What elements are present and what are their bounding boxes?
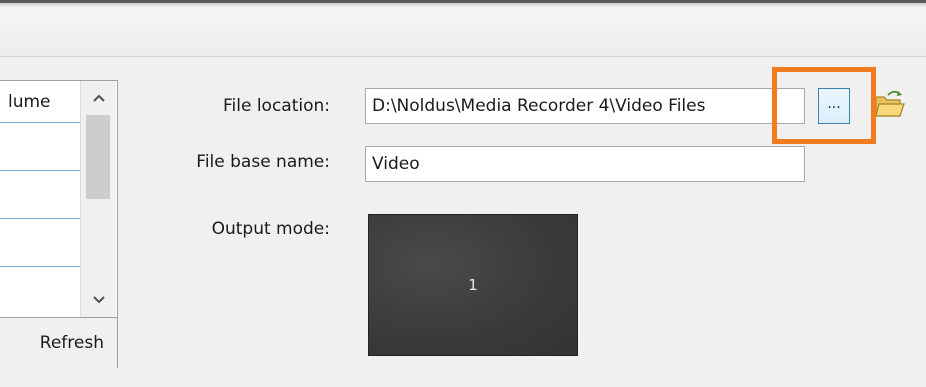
file-base-name-field[interactable]: Video bbox=[365, 146, 805, 182]
browse-button[interactable]: ... bbox=[818, 88, 850, 124]
toolbar-shadow bbox=[0, 3, 926, 8]
chevron-up-icon bbox=[92, 94, 105, 102]
list-row[interactable] bbox=[0, 171, 80, 219]
scroll-down-button[interactable] bbox=[81, 283, 116, 317]
open-folder-icon bbox=[875, 90, 905, 117]
list-row[interactable] bbox=[0, 123, 80, 171]
chevron-down-icon bbox=[92, 296, 105, 304]
file-base-name-label: File base name: bbox=[196, 152, 330, 172]
file-location-field[interactable]: D:\Noldus\Media Recorder 4\Video Files bbox=[365, 88, 805, 124]
file-location-label: File location: bbox=[222, 96, 330, 116]
refresh-row: Refresh bbox=[0, 317, 117, 368]
open-folder-button[interactable] bbox=[870, 86, 910, 124]
refresh-button[interactable]: Refresh bbox=[0, 318, 116, 368]
output-mode-label: Output mode: bbox=[211, 219, 330, 239]
volume-column-header[interactable]: lume bbox=[0, 81, 80, 123]
list-row[interactable] bbox=[0, 267, 80, 317]
output-mode-cell-label: 1 bbox=[468, 276, 478, 294]
scroll-thumb[interactable] bbox=[86, 115, 110, 199]
toolbar-area bbox=[0, 0, 926, 57]
output-mode-preview[interactable]: 1 bbox=[368, 214, 578, 356]
scroll-up-button[interactable] bbox=[81, 81, 116, 115]
list-row[interactable] bbox=[0, 219, 80, 267]
volume-list-panel: lume Refresh bbox=[0, 80, 118, 368]
vertical-scrollbar[interactable] bbox=[80, 81, 116, 317]
